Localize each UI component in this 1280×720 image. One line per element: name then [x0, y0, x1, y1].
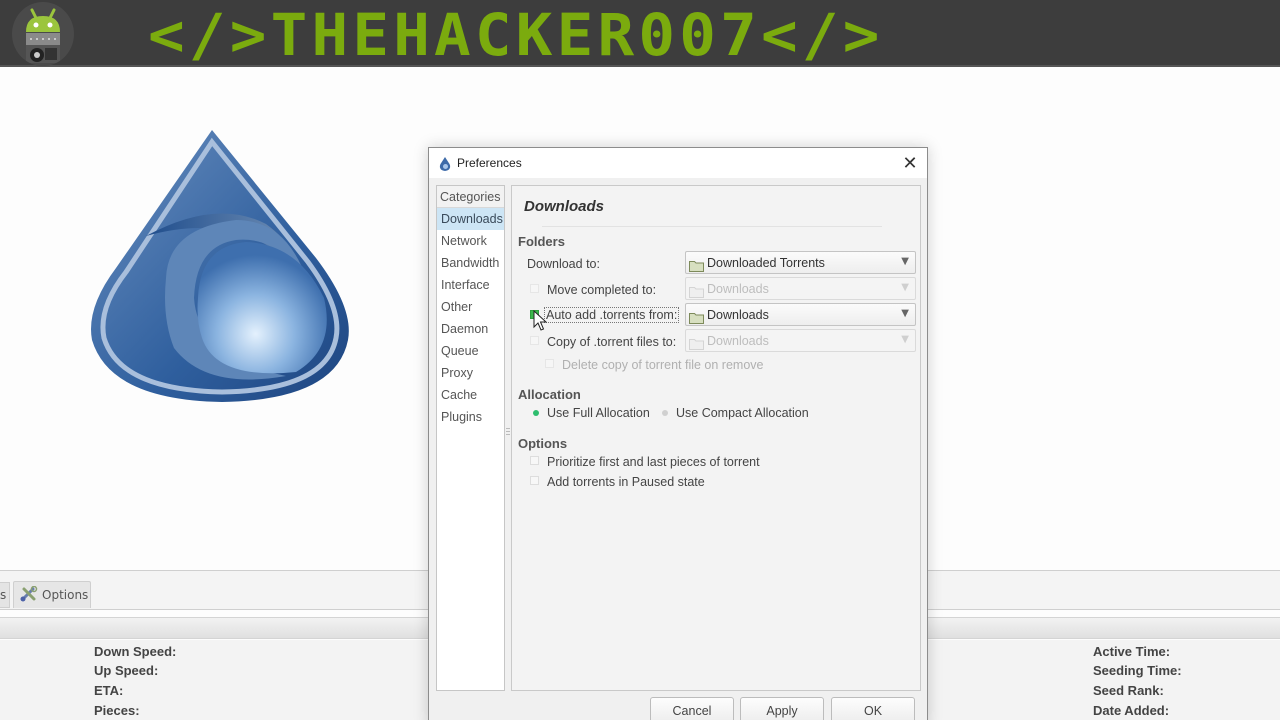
copy-torrent-label: Copy of .torrent files to: — [547, 335, 677, 349]
copy-torrent-checkbox[interactable] — [530, 336, 539, 345]
category-network[interactable]: Network — [437, 230, 504, 252]
category-interface[interactable]: Interface — [437, 274, 504, 296]
screen: </>THEHACKER007</> s Options Down Speed:… — [0, 0, 1280, 720]
cancel-button[interactable]: Cancel — [650, 697, 734, 720]
active-time-label: Active Time: — [1093, 644, 1171, 659]
category-daemon[interactable]: Daemon — [437, 318, 504, 340]
seed-rank-label: Seed Rank: — [1093, 683, 1164, 698]
compact-allocation-label: Use Compact Allocation — [676, 406, 809, 420]
category-downloads[interactable]: Downloads — [437, 208, 504, 230]
compact-allocation-radio[interactable] — [662, 410, 668, 416]
ok-button[interactable]: OK — [831, 697, 915, 720]
seeding-time-label: Seeding Time: — [1093, 663, 1182, 678]
android-robot-icon — [12, 2, 74, 66]
move-completed-checkbox[interactable] — [530, 284, 539, 293]
full-allocation-radio[interactable] — [533, 410, 539, 416]
categories-header[interactable]: Categories — [437, 186, 504, 208]
banner-title: </>THEHACKER007</> — [148, 1, 884, 69]
chevron-down-icon: ▼ — [901, 256, 909, 267]
date-added-label: Date Added: — [1093, 703, 1170, 718]
delete-copy-checkbox[interactable] — [545, 359, 554, 368]
folder-icon — [689, 309, 704, 324]
prioritize-pieces-checkbox[interactable] — [530, 456, 539, 465]
chevron-down-icon: ▼ — [901, 308, 909, 319]
options-heading: Options — [518, 436, 568, 451]
pieces-label: Pieces: — [94, 703, 140, 718]
dialog-titlebar[interactable]: Preferences ✕ — [429, 148, 927, 178]
apply-button[interactable]: Apply — [740, 697, 824, 720]
up-speed-label: Up Speed: — [94, 663, 159, 678]
pane-splitter-handle[interactable] — [506, 428, 510, 444]
background-tab-partial[interactable]: s — [0, 582, 10, 608]
auto-add-value: Downloads — [707, 307, 769, 322]
folder-icon — [689, 335, 704, 350]
tab-options-label: Options — [42, 588, 89, 602]
down-speed-label: Down Speed: — [94, 644, 177, 659]
move-completed-folder-chooser[interactable]: Downloads ▼ — [685, 277, 916, 300]
chevron-down-icon: ▼ — [901, 334, 909, 345]
download-to-value: Downloaded Torrents — [707, 255, 825, 270]
tab-options[interactable]: Options — [13, 581, 91, 608]
prioritize-pieces-label: Prioritize first and last pieces of torr… — [547, 455, 760, 469]
copy-torrent-folder-chooser[interactable]: Downloads ▼ — [685, 329, 916, 352]
download-to-label: Download to: — [527, 257, 600, 271]
category-cache[interactable]: Cache — [437, 384, 504, 406]
download-to-folder-chooser[interactable]: Downloaded Torrents ▼ — [685, 251, 916, 274]
auto-add-label: Auto add .torrents from: — [543, 307, 680, 323]
deluge-icon — [439, 156, 451, 171]
preferences-dialog: Preferences ✕ Categories Downloads Netwo… — [428, 147, 928, 720]
move-completed-label: Move completed to: — [547, 283, 657, 297]
full-allocation-label: Use Full Allocation — [547, 406, 650, 420]
add-paused-label: Add torrents in Paused state — [547, 475, 705, 489]
tab-label: s — [0, 588, 7, 602]
allocation-heading: Allocation — [518, 387, 581, 402]
add-paused-checkbox[interactable] — [530, 476, 539, 485]
folder-icon — [689, 257, 704, 272]
deluge-droplet-logo — [86, 128, 358, 406]
tools-icon — [20, 585, 38, 605]
categories-list: Categories Downloads Network Bandwidth I… — [436, 185, 505, 691]
category-queue[interactable]: Queue — [437, 340, 504, 362]
chevron-down-icon: ▼ — [901, 282, 909, 293]
delete-copy-label: Delete copy of torrent file on remove — [562, 358, 764, 372]
copy-torrent-value: Downloads — [707, 333, 769, 348]
mouse-cursor-icon — [533, 309, 548, 332]
move-completed-value: Downloads — [707, 281, 769, 296]
category-proxy[interactable]: Proxy — [437, 362, 504, 384]
page-title: Downloads — [524, 198, 605, 215]
title-divider — [542, 226, 882, 227]
channel-banner: </>THEHACKER007</> — [0, 0, 1280, 67]
downloads-page: Downloads Folders Download to: Downloade… — [511, 185, 921, 691]
folders-heading: Folders — [518, 234, 565, 249]
close-icon[interactable]: ✕ — [899, 152, 921, 174]
category-bandwidth[interactable]: Bandwidth — [437, 252, 504, 274]
category-plugins[interactable]: Plugins — [437, 406, 504, 428]
auto-add-folder-chooser[interactable]: Downloads ▼ — [685, 303, 916, 326]
dialog-title: Preferences — [457, 156, 522, 170]
folder-icon — [689, 283, 704, 298]
category-other[interactable]: Other — [437, 296, 504, 318]
eta-label: ETA: — [94, 683, 124, 698]
